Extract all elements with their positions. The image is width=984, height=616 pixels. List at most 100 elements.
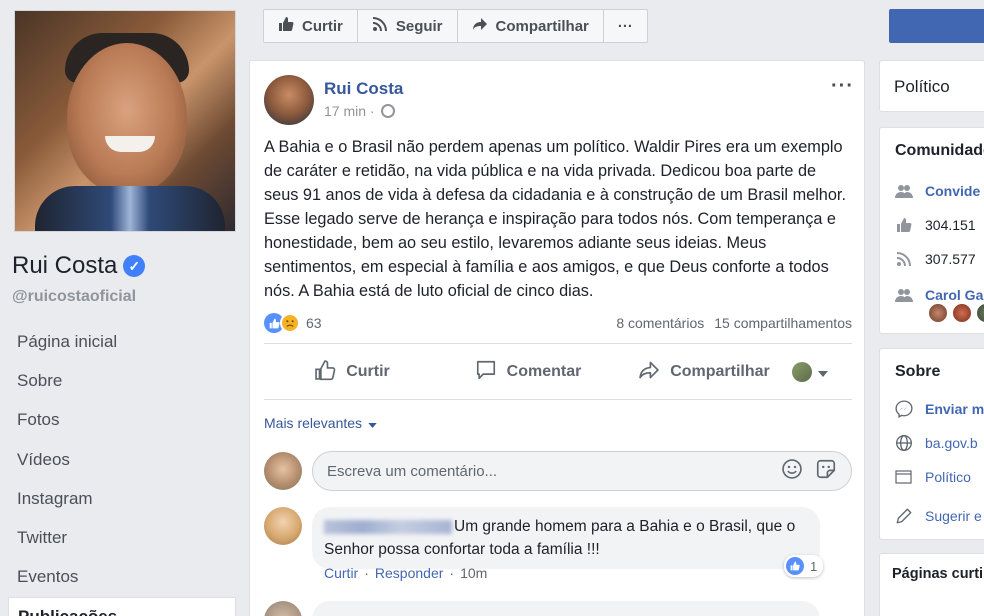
- about-card: Sobre Enviar m ba.gov.b Político Sugerir…: [879, 348, 984, 540]
- community-followers-row: 307.577: [895, 251, 976, 267]
- separator-dot: ·: [364, 565, 369, 581]
- thumbs-up-icon: [895, 217, 913, 233]
- comment-sort-label: Mais relevantes: [264, 415, 363, 431]
- page-name[interactable]: Rui Costa ✓: [12, 252, 146, 280]
- profile-photo[interactable]: [14, 10, 236, 232]
- page-handle[interactable]: @ruicostaoficial: [12, 288, 136, 306]
- nav-item-events[interactable]: Eventos: [0, 558, 236, 597]
- comments-count-link[interactable]: 8 comentários: [616, 315, 704, 331]
- share-outline-icon: [638, 359, 660, 386]
- post-actions: Curtir Comentar Compartilhar: [264, 347, 852, 397]
- page-like-button[interactable]: Curtir: [264, 10, 358, 42]
- page-share-button[interactable]: Compartilhar: [458, 10, 604, 42]
- about-suggest-row[interactable]: Sugerir e: [895, 508, 982, 524]
- left-nav: Página inicial Sobre Fotos Vídeos Instag…: [0, 322, 236, 616]
- community-followers-text: 307.577: [925, 251, 976, 267]
- community-friends-text: Carol Ga: [925, 287, 984, 303]
- page-name-text: Rui Costa: [12, 252, 118, 279]
- nav-item-videos[interactable]: Vídeos: [0, 440, 236, 479]
- nav-item-twitter[interactable]: Twitter: [0, 518, 236, 557]
- share-arrow-icon: [472, 16, 488, 36]
- community-likes-row: 304.151: [895, 217, 976, 233]
- about-message-row[interactable]: Enviar m: [895, 400, 984, 418]
- sad-reaction-icon[interactable]: [280, 313, 300, 333]
- post-author-avatar[interactable]: [264, 75, 314, 125]
- about-title: Sobre: [895, 363, 941, 380]
- friend-avatars[interactable]: [928, 303, 984, 323]
- community-invite-row[interactable]: Convide: [895, 183, 980, 199]
- about-category-row[interactable]: Político: [895, 469, 971, 485]
- page-more-button[interactable]: ···: [604, 10, 647, 42]
- page-share-label: Compartilhar: [495, 17, 589, 35]
- tag-icon: [895, 469, 913, 485]
- post-share-button[interactable]: Compartilhar: [616, 359, 792, 386]
- comment-bubble: Um grande homem para a Bahia e o Brasil,…: [312, 507, 820, 569]
- post-like-button[interactable]: Curtir: [264, 359, 440, 386]
- post-timestamp[interactable]: 17 min ·: [324, 103, 375, 119]
- sticker-icon[interactable]: [815, 458, 837, 484]
- messenger-icon: [895, 400, 913, 418]
- reaction-count[interactable]: 63: [306, 315, 322, 331]
- comment-as-selector[interactable]: [792, 362, 852, 382]
- emoji-icon[interactable]: [781, 458, 803, 484]
- about-suggest-text: Sugerir e: [925, 508, 982, 524]
- like-reaction-icon: [786, 557, 804, 575]
- page-follow-button[interactable]: Seguir: [358, 10, 458, 42]
- caret-down-icon: [368, 415, 377, 431]
- nav-item-instagram[interactable]: Instagram: [0, 479, 236, 518]
- comment-sort-dropdown[interactable]: Mais relevantes: [264, 415, 377, 431]
- post-options-icon[interactable]: ···: [831, 75, 854, 98]
- post-comment-button[interactable]: Comentar: [440, 359, 616, 386]
- comment-like-link[interactable]: Curtir: [324, 565, 358, 581]
- post-author-name[interactable]: Rui Costa: [324, 79, 403, 99]
- comment-bubble: [312, 601, 820, 616]
- friend-avatar: [928, 303, 948, 323]
- photo-face: [67, 43, 187, 193]
- comment-composer: Escreva um comentário...: [264, 449, 852, 493]
- comment-like-count: 1: [810, 558, 818, 574]
- liked-pages-title: Páginas curti: [892, 566, 984, 582]
- divider: [264, 399, 852, 400]
- thumbs-up-outline-icon: [314, 359, 336, 386]
- community-title: Comunidade: [895, 142, 984, 159]
- friend-avatar: [952, 303, 972, 323]
- commenter-name-blurred[interactable]: [324, 519, 452, 534]
- pencil-icon: [895, 508, 913, 524]
- post-card: Rui Costa 17 min · ··· A Bahia e o Brasi…: [249, 60, 865, 616]
- comment-actions: Curtir · Responder · 10m: [324, 565, 487, 581]
- shares-count-link[interactable]: 15 compartilhamentos: [714, 315, 852, 331]
- people-icon: [895, 183, 913, 199]
- current-user-avatar[interactable]: [264, 452, 302, 490]
- post-counts: 8 comentários 15 compartilhamentos: [616, 315, 852, 331]
- nav-item-photos[interactable]: Fotos: [0, 401, 236, 440]
- category-card: Político: [879, 60, 984, 112]
- comment-input-placeholder: Escreva um comentário...: [327, 462, 498, 480]
- post-comment-label: Comentar: [506, 363, 582, 380]
- community-friends-row[interactable]: Carol Ga: [895, 287, 983, 303]
- commenter-avatar[interactable]: [264, 507, 302, 545]
- post-text: A Bahia e o Brasil não perdem apenas um …: [264, 138, 846, 300]
- post-meta: 17 min ·: [324, 103, 395, 119]
- commenter-avatar[interactable]: [264, 601, 302, 616]
- about-message-text: Enviar m: [925, 401, 984, 417]
- divider: [264, 343, 852, 344]
- rss-icon: [895, 251, 913, 267]
- page-action-bar: Curtir Seguir Compartilhar ···: [263, 9, 648, 43]
- speech-bubble-icon: [475, 359, 497, 386]
- primary-cta-button[interactable]: [889, 9, 984, 43]
- nav-item-about[interactable]: Sobre: [0, 361, 236, 400]
- nav-item-home[interactable]: Página inicial: [0, 322, 236, 361]
- photo-shirt: [35, 186, 225, 231]
- page-category[interactable]: Político: [894, 77, 950, 97]
- comment-input[interactable]: Escreva um comentário...: [312, 451, 852, 491]
- friend-avatar: [976, 303, 984, 323]
- verified-badge-icon: ✓: [123, 255, 146, 277]
- about-website-row[interactable]: ba.gov.b: [895, 435, 978, 451]
- post-share-label: Compartilhar: [670, 363, 770, 380]
- identity-avatar: [792, 362, 812, 382]
- comment-time[interactable]: 10m: [460, 565, 487, 581]
- comment-like-badge[interactable]: 1: [784, 555, 824, 577]
- comment-reply-link[interactable]: Responder: [375, 565, 444, 581]
- page-like-label: Curtir: [302, 17, 343, 35]
- nav-item-posts[interactable]: Publicações: [8, 597, 236, 616]
